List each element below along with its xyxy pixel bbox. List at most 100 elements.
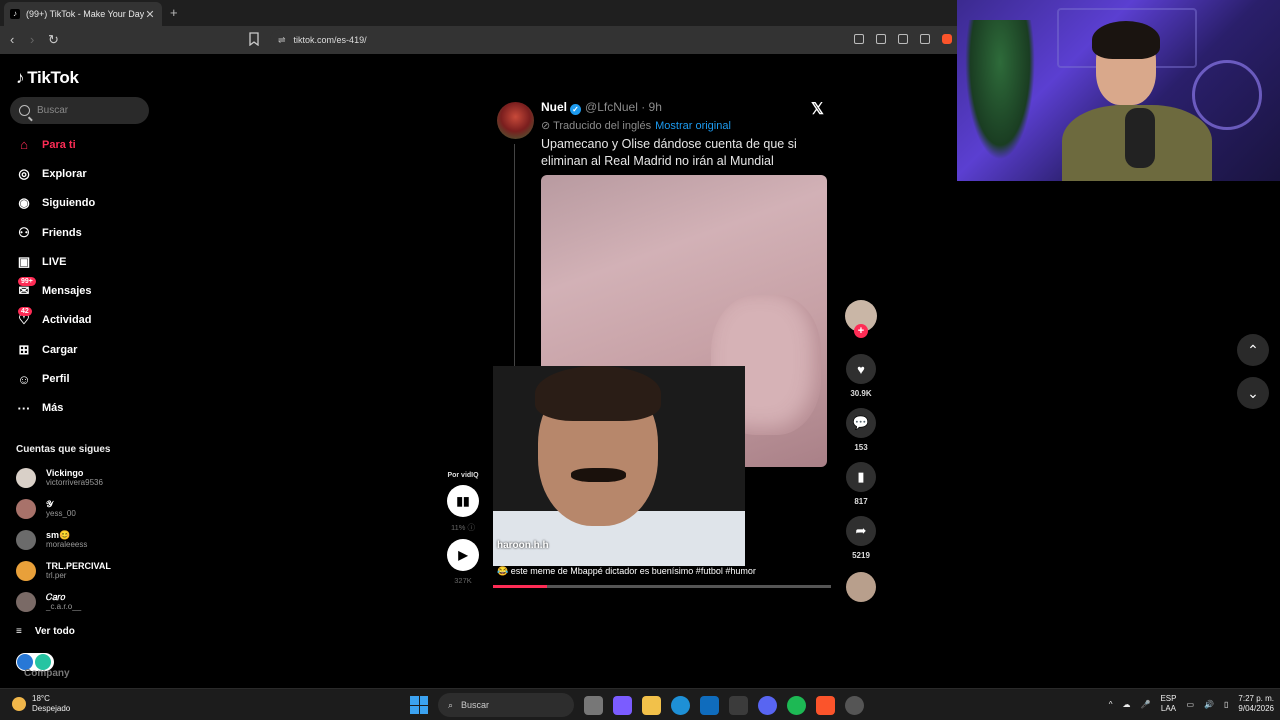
save-count: 817 <box>854 497 868 506</box>
address-bar[interactable]: ⇌ tiktok.com/es-419/ <box>270 29 950 51</box>
nav-item-más[interactable]: ··· Más <box>0 394 160 423</box>
following-item[interactable]: 𝒴yess_00 <box>0 493 160 524</box>
url-text: tiktok.com/es-419/ <box>293 35 367 45</box>
nav-item-para-ti[interactable]: ⌂ Para ti <box>0 130 160 159</box>
obs-icon[interactable] <box>845 695 864 715</box>
upload-icon: ⊞ <box>18 341 30 357</box>
nav-item-explorar[interactable]: ◎ Explorar <box>0 159 160 188</box>
following-item[interactable]: 𝐶𝑎𝑟𝑜 _c.a.r.o__ <box>0 586 160 617</box>
comment-icon[interactable]: 💬 <box>846 408 876 438</box>
profile-icon: ☺ <box>17 371 31 387</box>
discord-icon[interactable] <box>758 695 777 715</box>
nav-item-cargar[interactable]: ⊞ Cargar <box>0 335 160 364</box>
stats-icon[interactable]: ▮▮ <box>447 485 479 517</box>
brave-icon[interactable] <box>816 695 835 715</box>
nav-item-label: Más <box>42 402 64 415</box>
temperature: 18°C <box>32 694 50 703</box>
share-icon[interactable] <box>920 34 930 44</box>
cloud-icon[interactable]: ☁ <box>1122 700 1130 709</box>
battery-icon[interactable]: ▯ <box>1224 700 1228 709</box>
author-row: Nuel ✓ @LfcNuel · 9h <box>541 100 662 115</box>
live-icon: ▣ <box>17 253 31 269</box>
play-icon[interactable]: ▶ <box>447 539 479 571</box>
system-tray: ^ ☁ 🎤 ESP LAA ▭ 🔊 ▯ 7:27 p. m. 9/04/2026 <box>1109 694 1274 714</box>
nav-item-mensajes[interactable]: ✉ Mensajes 99+ <box>0 276 160 305</box>
volume-icon[interactable]: 🔊 <box>1204 700 1214 709</box>
browser-tab[interactable]: ♪ (99+) TikTok - Make Your Day ✕ <box>4 2 162 26</box>
nav-item-perfil[interactable]: ☺ Perfil <box>0 364 160 393</box>
video-player[interactable]: haroon.h.h <box>493 366 745 566</box>
search-input[interactable]: Buscar <box>10 97 149 124</box>
friends-icon: ⚇ <box>18 224 30 240</box>
chevron-up-icon[interactable]: ⌃ <box>1237 334 1269 366</box>
video-progress[interactable] <box>493 585 831 588</box>
nav-item-label: Siguiendo <box>42 197 96 210</box>
spotify-icon[interactable] <box>787 695 806 715</box>
reload-icon[interactable]: ↻ <box>48 32 59 48</box>
site-info-icon[interactable]: ⇌ <box>278 35 286 46</box>
outlook-icon[interactable] <box>700 695 719 715</box>
edge-icon[interactable] <box>671 695 690 715</box>
vidiq-label: Por vidIQ <box>447 472 479 479</box>
nav-item-friends[interactable]: ⚇ Friends <box>0 218 160 247</box>
home-icon: ⌂ <box>20 137 28 153</box>
network-icon[interactable]: ▭ <box>1186 700 1194 709</box>
cast-icon[interactable] <box>898 34 908 44</box>
translate-icon[interactable] <box>876 34 886 44</box>
following-item[interactable]: Vickingo victorrivera9536 <box>0 462 160 493</box>
nav-item-siguiendo[interactable]: ◉ Siguiendo <box>0 189 160 218</box>
bookmark-icon[interactable] <box>249 32 259 46</box>
show-original-link[interactable]: Mostrar original <box>655 120 731 132</box>
chevron-down-icon[interactable]: ⌄ <box>1237 377 1269 409</box>
heart-icon[interactable]: ♥ <box>846 354 876 384</box>
share-action[interactable]: ➦ 5219 <box>843 516 879 560</box>
main-nav: ⌂ Para ti ◎ Explorar ◉ Siguiendo ⚇ Friends ▣ LIVE… <box>0 130 160 423</box>
nav-item-live[interactable]: ▣ LIVE <box>0 247 160 276</box>
following-item[interactable]: TRL.PERCIVAL trl.per <box>0 555 160 586</box>
moon-icon <box>12 697 26 711</box>
notification-badge: 99+ <box>18 277 36 287</box>
clock[interactable]: 7:27 p. m. 9/04/2026 <box>1238 694 1274 714</box>
comment-action[interactable]: 💬 153 <box>843 408 879 452</box>
sound-avatar[interactable] <box>846 572 876 602</box>
browser-tab-bar: ♪ (99+) TikTok - Make Your Day ✕ + <box>0 0 960 26</box>
share-arrow-icon[interactable]: ➦ <box>846 516 876 546</box>
chevron-up-icon[interactable]: ^ <box>1109 700 1113 709</box>
nav-item-actividad[interactable]: ♡ Actividad 42 <box>0 306 160 335</box>
company-link[interactable]: Company <box>24 668 70 679</box>
video-username[interactable]: haroon.h.h <box>497 540 549 551</box>
like-count: 30.9K <box>850 389 872 398</box>
close-tab-icon[interactable]: ✕ <box>144 8 156 21</box>
bookmark-icon[interactable]: ▮ <box>846 462 876 492</box>
following-item[interactable]: sm😊 moraleeess <box>0 524 160 555</box>
notification-badge: 42 <box>18 306 32 316</box>
back-icon[interactable]: ‹ <box>10 32 14 47</box>
new-tab-button[interactable]: + <box>170 5 178 20</box>
task-view-icon[interactable] <box>584 695 603 715</box>
brave-shield-icon[interactable] <box>942 34 952 44</box>
tiktok-logo[interactable]: ♪ TikTok <box>16 68 79 88</box>
like-action[interactable]: ♥ 30.9K <box>843 354 879 398</box>
forward-icon[interactable]: › <box>30 32 34 47</box>
translated-label: Traducido del inglés <box>553 120 652 132</box>
weather-widget[interactable]: 18°C Despejado <box>12 694 70 714</box>
mic-icon[interactable]: 🎤 <box>1140 700 1150 709</box>
copilot-icon[interactable] <box>613 695 632 715</box>
see-all-label: Ver todo <box>34 626 75 637</box>
creator-avatar[interactable]: + <box>845 300 877 338</box>
nav-item-label: Friends <box>42 226 82 239</box>
see-all-button[interactable]: ≡ Ver todo <box>16 626 75 637</box>
save-action[interactable]: ▮ 817 <box>843 462 879 506</box>
store-icon[interactable] <box>729 695 748 715</box>
author-avatar[interactable] <box>497 102 534 139</box>
follow-plus-icon[interactable]: + <box>854 324 868 338</box>
windows-start-icon[interactable] <box>410 696 428 714</box>
translation-note: ⊘ Traducido del inglés Mostrar original <box>541 119 731 132</box>
language-indicator[interactable]: ESP LAA <box>1160 694 1176 714</box>
reader-icon[interactable] <box>854 34 864 44</box>
author-handle: @LfcNuel · 9h <box>585 100 662 114</box>
more-icon: ··· <box>17 400 31 416</box>
author-name[interactable]: Nuel <box>541 100 567 114</box>
file-explorer-icon[interactable] <box>642 695 661 715</box>
taskbar-search[interactable]: ⌕ Buscar <box>438 693 574 717</box>
